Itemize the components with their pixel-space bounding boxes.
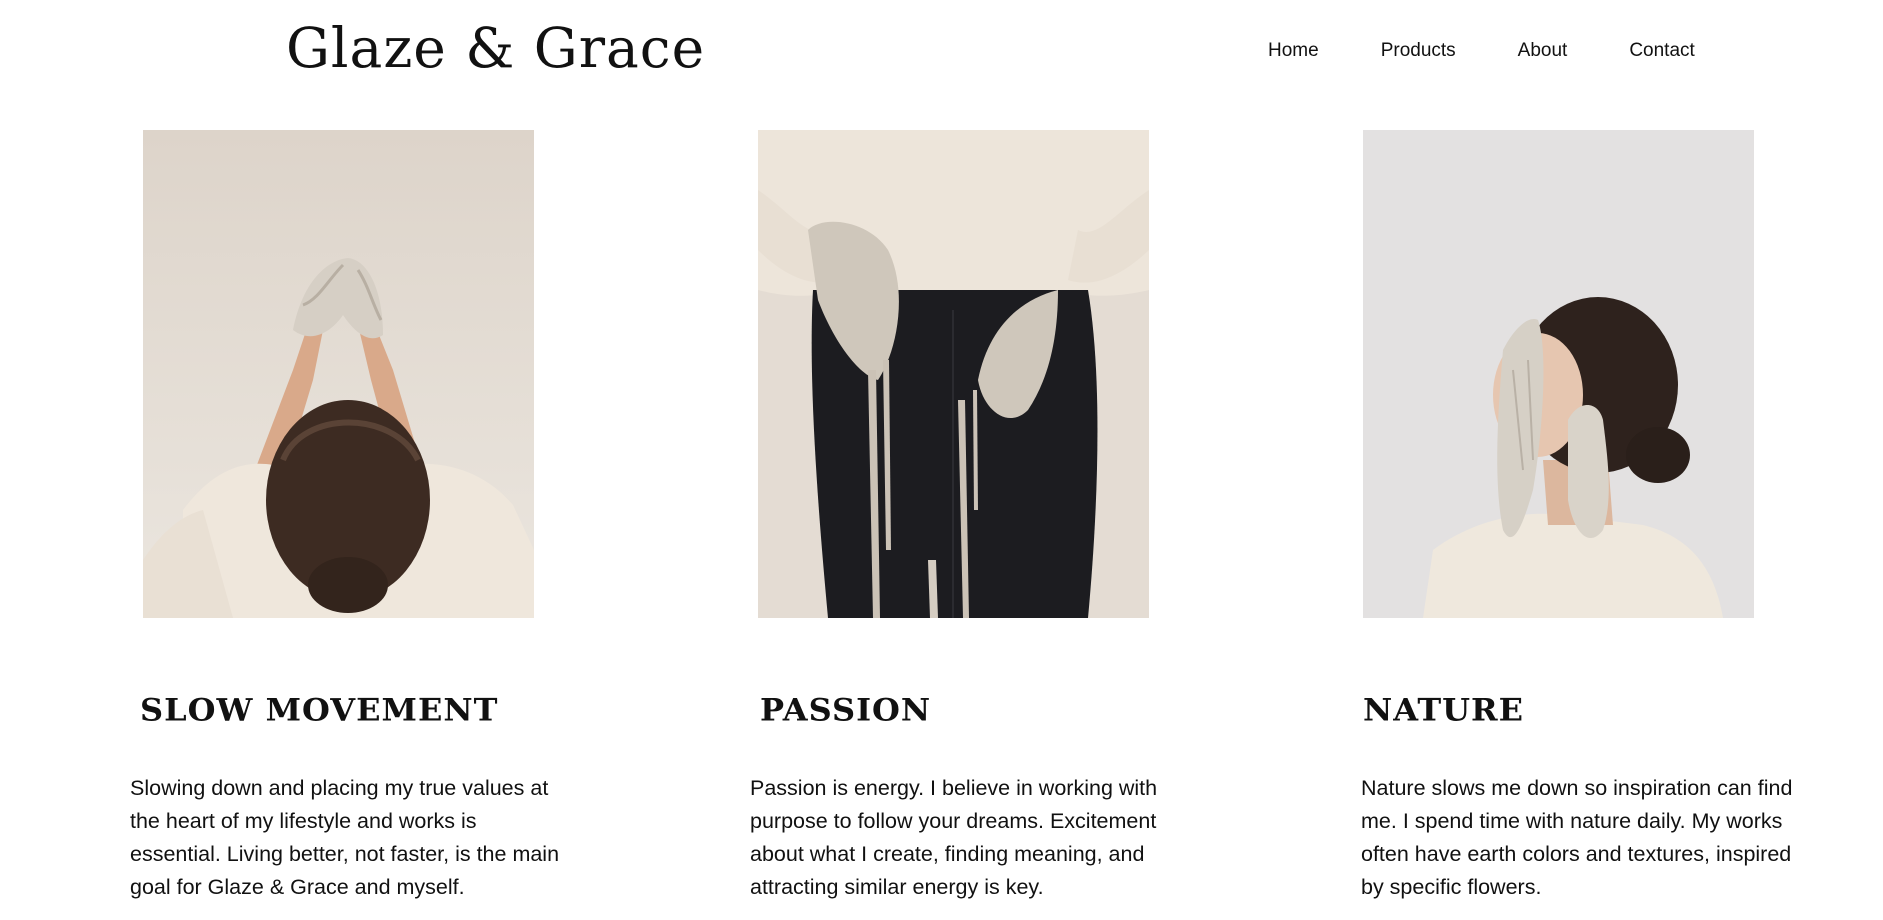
card-title-nature: NATURE: [1363, 691, 1525, 728]
nav-about-link[interactable]: About: [1518, 39, 1568, 63]
site-logo[interactable]: Glaze & Grace: [286, 12, 705, 84]
card-image-nature: [1363, 130, 1754, 618]
card-text-passion: Passion is energy. I believe in working …: [750, 776, 1158, 899]
card-image-slow-movement: [143, 130, 534, 618]
main-nav: Home Products About Contact: [1268, 39, 1695, 63]
card-image-passion: [758, 130, 1149, 618]
nav-contact-link[interactable]: Contact: [1629, 39, 1694, 63]
nav-home-link[interactable]: Home: [1268, 39, 1319, 63]
card-text-slow-movement: Slowing down and placing my true values …: [130, 776, 560, 899]
nav-products-link[interactable]: Products: [1381, 39, 1456, 63]
card-title-slow-movement: SLOW MOVEMENT: [140, 691, 499, 728]
card-title-passion: PASSION: [760, 691, 932, 728]
card-text-nature: Nature slows me down so inspiration can …: [1361, 776, 1793, 899]
